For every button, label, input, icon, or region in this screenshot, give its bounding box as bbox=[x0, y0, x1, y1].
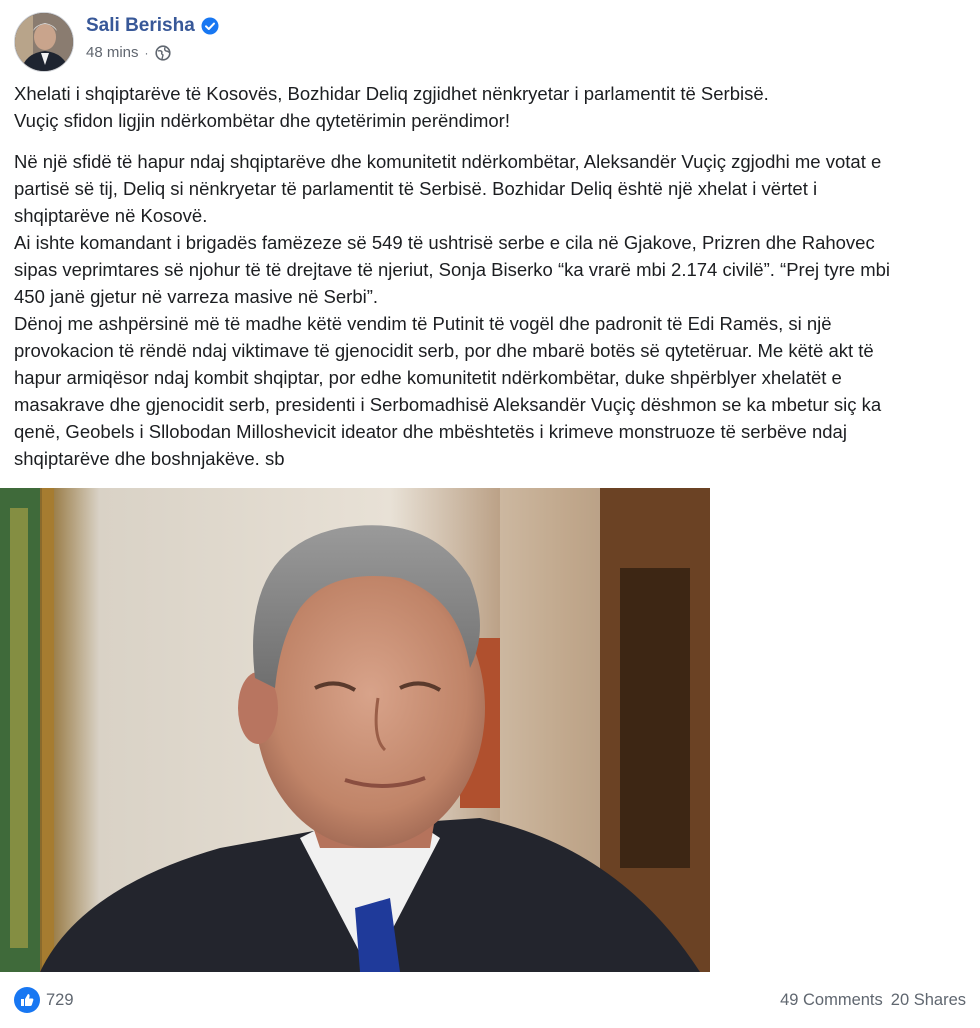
shares-count-link[interactable]: 20 Shares bbox=[891, 991, 966, 1010]
body-line: partisë së tij, Deliq si nënkryetar të p… bbox=[14, 178, 818, 199]
body-line: hapur armiqësor ndaj kombit shqiptar, po… bbox=[14, 367, 842, 388]
body-line: masakrave dhe gjenocidit serb, president… bbox=[14, 394, 882, 415]
headline-line: Xhelati i shqiptarëve të Kosovës, Bozhid… bbox=[14, 83, 769, 104]
author-avatar[interactable] bbox=[14, 12, 74, 72]
body-line: Ai ishte komandant i brigadës famëzeze s… bbox=[14, 232, 875, 253]
body-line: 450 janë gjetur në varreza masive në Ser… bbox=[14, 286, 379, 307]
body-line: shqiptarëve dhe boshnjakëve. sb bbox=[14, 448, 285, 469]
post-text: Xhelati i shqiptarëve të Kosovës, Bozhid… bbox=[14, 80, 964, 472]
body-line: shqiptarëve në Kosovë. bbox=[14, 205, 208, 226]
post-photo[interactable] bbox=[0, 488, 710, 972]
body-line: Dënoj me ashpërsinë më të madhe këtë ven… bbox=[14, 313, 832, 334]
like-count: 729 bbox=[46, 990, 74, 1009]
author-name[interactable]: Sali Berisha bbox=[86, 14, 195, 38]
globe-icon[interactable] bbox=[154, 44, 171, 61]
body-line: qenë, Geobels i Sllobodan Milloshevicit … bbox=[14, 421, 847, 442]
body-line: Në një sfidë të hapur ndaj shqiptarëve d… bbox=[14, 151, 882, 172]
thumbs-up-icon bbox=[14, 987, 40, 1013]
post-timestamp[interactable]: 48 mins bbox=[86, 44, 139, 61]
post-meta: Sali Berisha 48 mins · bbox=[86, 14, 219, 61]
verified-badge-icon bbox=[201, 17, 219, 35]
reactions-summary[interactable]: 729 bbox=[14, 987, 74, 1013]
meta-separator: · bbox=[144, 45, 149, 60]
body-line: provokacion të rëndë ndaj viktimave të g… bbox=[14, 340, 874, 361]
headline-line: Vuçiç sfidon ligjin ndërkombëtar dhe qyt… bbox=[14, 110, 510, 131]
comments-count-link[interactable]: 49 Comments bbox=[780, 991, 883, 1010]
post-footer: 729 49 Comments 20 Shares bbox=[14, 986, 966, 1014]
body-line: sipas veprimtares së njohur të të drejta… bbox=[14, 259, 891, 280]
post-header: Sali Berisha 48 mins · bbox=[14, 12, 219, 72]
